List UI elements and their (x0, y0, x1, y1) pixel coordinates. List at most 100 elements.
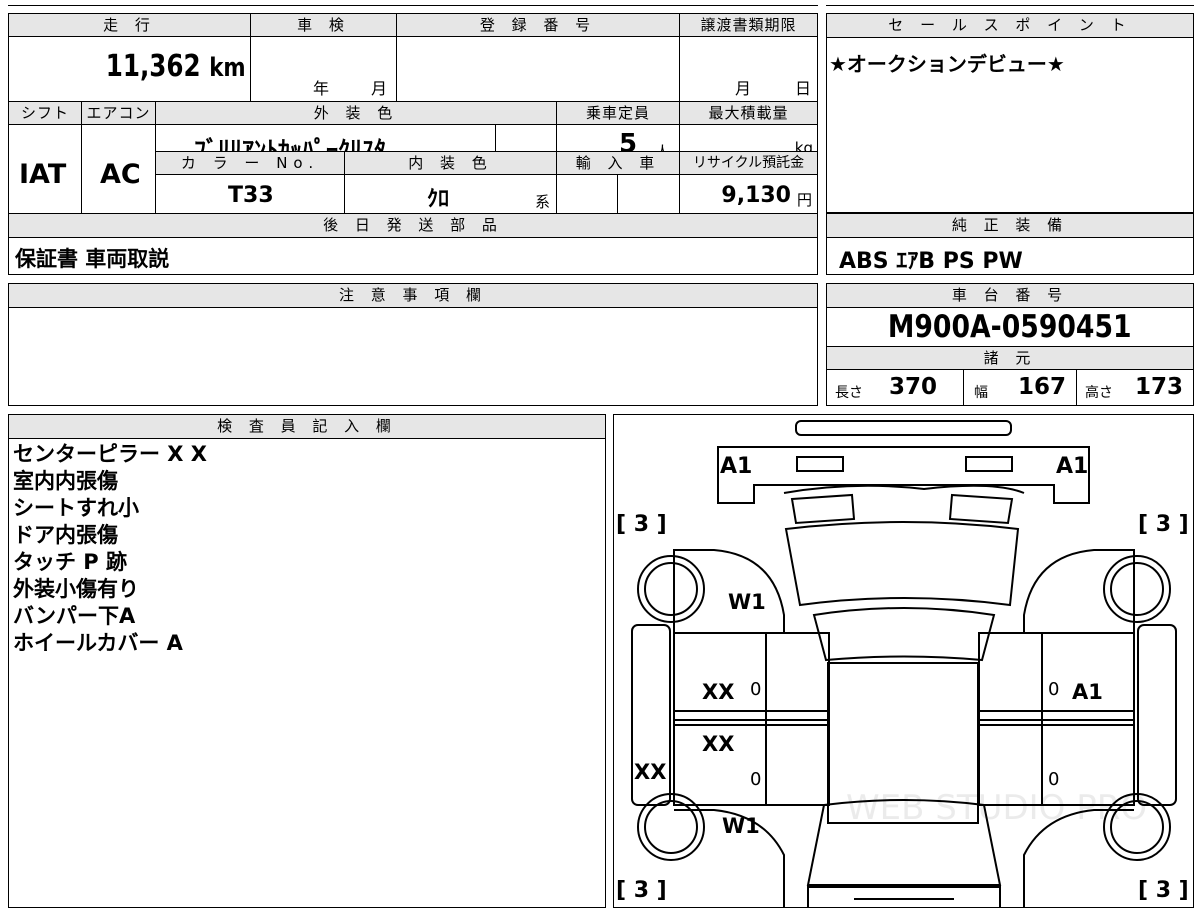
left-rear-door-shape (673, 724, 830, 806)
wheel-front-right-shape (1103, 555, 1171, 623)
caution-header: 注 意 事 項 欄 (8, 283, 818, 308)
inspector-note: センターピラー X X (13, 442, 208, 466)
inspector-note: タッチ P 跡 (13, 550, 128, 574)
inspection-year-unit: 年 (313, 79, 330, 98)
spec-length-value: 370 (889, 374, 938, 400)
caution-cell (8, 307, 818, 406)
aircon-header: エアコン (81, 101, 156, 125)
headlight-right-shape (965, 456, 1013, 472)
registration-cell (396, 36, 680, 102)
shift-value: IAT (19, 159, 67, 190)
later-parts-value: 保証書 車両取説 (15, 247, 170, 271)
rear-bumper-shape (807, 886, 1001, 907)
rear-fender-left-mark: W1 (722, 814, 760, 838)
wheel-rear-left-shape (637, 793, 705, 861)
zero-mark: 0 (750, 769, 761, 790)
wheel-front-right-inner-shape (1110, 562, 1164, 616)
sales-point-cell: ★オークションデビュー★ (826, 37, 1194, 213)
inspection-month-unit: 月 (371, 79, 388, 98)
capacity-header: 乗車定員 (556, 101, 680, 125)
inspector-note: シートすれ小 (13, 496, 139, 520)
inspection-cell: 年 月 (250, 36, 397, 102)
import-header: 輸 入 車 (556, 151, 680, 175)
transfer-day-unit: 日 (795, 79, 812, 98)
spec-height-cell: 高さ 173 (1076, 369, 1194, 406)
zero-mark: 0 (1048, 679, 1059, 700)
front-bumper-shape (795, 420, 1012, 436)
later-parts-header: 後 日 発 送 部 品 (8, 213, 818, 238)
spec-height-label: 高さ (1085, 385, 1113, 401)
spec-width-value: 167 (1018, 374, 1067, 400)
genuine-equipment-header: 純 正 装 備 (826, 213, 1194, 238)
car-diagram: [ 3 ] [ 3 ] [ 3 ] [ 3 ] A1 A1 W1 XX XX X… (616, 420, 1189, 907)
recycle-fee-value: 9,130 (721, 183, 791, 208)
exterior-color-header: 外 装 色 (155, 101, 557, 125)
fender-left-mark: W1 (728, 590, 766, 614)
aircon-cell: AC (81, 124, 156, 225)
interior-color-cell: ｸﾛ 系 (344, 174, 557, 214)
door-left-rear-mark: XX (702, 732, 734, 756)
chassis-cell: M900A-0590451 (826, 307, 1194, 347)
recycle-fee-unit: 円 (796, 191, 812, 209)
transfer-deadline-header: 譲渡書類期限 (679, 13, 818, 37)
windshield-shape (784, 521, 1020, 607)
grille-inner-shape (790, 493, 856, 525)
inspector-note: 外装小傷有り (13, 577, 139, 601)
sales-point-header: セ ー ル ス ポ イ ン ト (826, 13, 1194, 38)
spec-height-value: 173 (1135, 374, 1184, 400)
later-parts-cell: 保証書 車両取説 (8, 237, 818, 275)
grille-shape (783, 484, 1025, 494)
tire-rl-mark: [ 3 ] (616, 878, 667, 903)
max-load-header: 最大積載量 (679, 101, 818, 125)
inspection-header: 車 検 (250, 13, 397, 37)
wheel-front-left-shape (637, 555, 705, 623)
interior-color-unit: 系 (535, 193, 551, 211)
inspector-note: ホイールカバー A (13, 631, 183, 655)
inspector-note: 室内内張傷 (13, 469, 118, 493)
pillar-left-mark: XX (634, 760, 666, 784)
vehicle-info-table: 走 行 車 検 登 録 番 号 譲渡書類期限 11,362 km 年 月 月 日… (8, 13, 818, 275)
front-body-shape (717, 446, 1090, 504)
zero-mark: 0 (750, 679, 761, 700)
specs-header: 諸 元 (826, 346, 1194, 370)
inspector-note: バンパー下A (13, 604, 136, 628)
tire-fl-mark: [ 3 ] (616, 512, 667, 537)
tire-rr-mark: [ 3 ] (1138, 878, 1189, 903)
wheel-rear-left-inner-shape (644, 800, 698, 854)
mileage-value: 11,362 (106, 49, 202, 84)
spec-width-label: 幅 (974, 385, 988, 401)
headlight-left-shape (796, 456, 844, 472)
interior-color-header: 内 装 色 (344, 151, 557, 175)
registration-header: 登 録 番 号 (396, 13, 680, 37)
mileage-cell: 11,362 km (8, 36, 251, 102)
color-no-header: カ ラ ー No. (155, 151, 345, 175)
right-side-skirt-shape (1137, 624, 1177, 806)
import-cell-a (556, 174, 618, 214)
wheel-front-left-inner-shape (644, 562, 698, 616)
spec-width-cell: 幅 167 (963, 369, 1077, 406)
mileage-header: 走 行 (8, 13, 251, 37)
transfer-month-unit: 月 (735, 79, 752, 98)
door-right-front-mark: A1 (1072, 680, 1103, 704)
tire-fr-mark: [ 3 ] (1138, 512, 1189, 537)
zero-mark: 0 (1048, 769, 1059, 790)
grille-inner-right-shape (948, 493, 1014, 525)
import-cell-b (617, 174, 680, 214)
recycle-fee-cell: 9,130 円 (679, 174, 818, 214)
inspector-notes: センターピラー X X 室内内張傷 シートすれ小 ドア内張傷 タッチ P 跡 外… (8, 438, 606, 908)
color-no-value: T33 (228, 183, 274, 208)
shift-header: シフト (8, 101, 82, 125)
top-cut-strip (8, 0, 818, 6)
color-no-cell: T33 (155, 174, 345, 214)
roof-shape (812, 607, 996, 662)
genuine-equipment-cell: ABS ｴｱB PS PW (826, 237, 1194, 275)
door-left-front-mark: XX (702, 680, 734, 704)
sales-point-value: ★オークションデビュー★ (829, 52, 1065, 76)
front-left-mark: A1 (720, 454, 752, 479)
mileage-unit: km (209, 53, 246, 83)
transfer-deadline-cell: 月 日 (679, 36, 818, 102)
inspector-header: 検 査 員 記 入 欄 (8, 414, 606, 439)
watermark: WEB STUDIO PRO (846, 788, 1147, 828)
front-right-mark: A1 (1056, 454, 1088, 479)
chassis-value: M900A-0590451 (888, 309, 1132, 345)
